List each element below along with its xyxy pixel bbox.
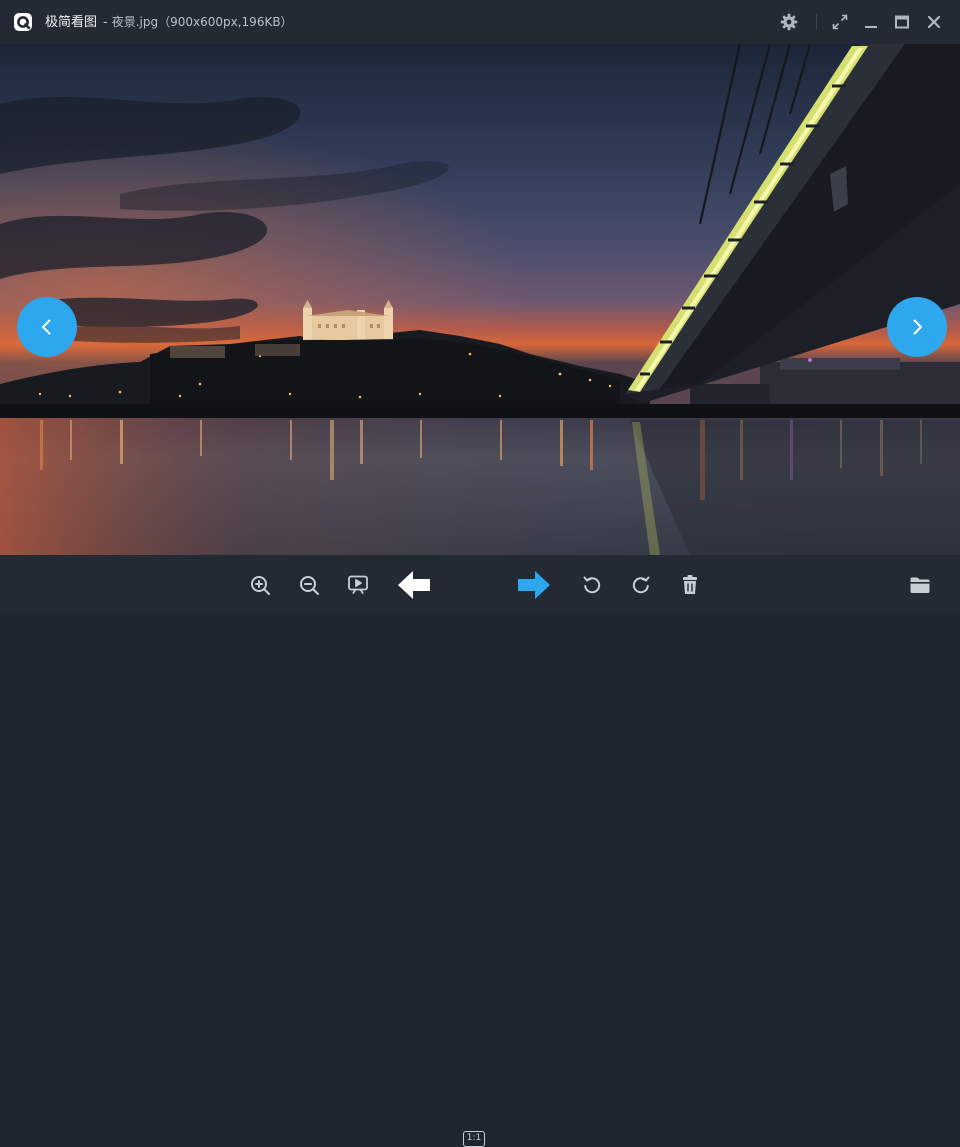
app-name: 极简看图 — [45, 15, 98, 30]
settings-gear-icon[interactable] — [779, 12, 799, 32]
open-folder-icon[interactable] — [907, 572, 933, 598]
previous-image-button[interactable] — [17, 297, 77, 357]
night-bridge-photo — [0, 44, 960, 555]
title-separator: - — [103, 15, 108, 30]
chevron-left-icon — [42, 319, 51, 335]
next-image-arrow-icon[interactable] — [516, 569, 552, 601]
prev-image-arrow-icon[interactable] — [396, 569, 432, 601]
rotate-left-icon[interactable] — [579, 572, 605, 598]
app-logo-icon — [13, 12, 33, 32]
file-info: 夜景.jpg（900x600px,196KB） — [111, 15, 293, 29]
chevron-right-icon — [913, 319, 922, 335]
fullscreen-icon[interactable] — [830, 12, 850, 32]
maximize-icon[interactable] — [892, 12, 912, 32]
bottom-toolbar: 1:1 — [0, 555, 960, 1147]
title-bar: 极简看图 - 夜景.jpg（900x600px,196KB） — [0, 0, 960, 44]
actual-size-icon[interactable]: 1:1 — [463, 1131, 485, 1147]
rotate-right-icon[interactable] — [628, 572, 654, 598]
zoom-in-icon[interactable] — [247, 572, 273, 598]
minimize-icon[interactable] — [861, 12, 881, 32]
image-canvas[interactable] — [0, 44, 960, 555]
next-image-button[interactable] — [887, 297, 947, 357]
slideshow-icon[interactable] — [345, 572, 371, 598]
window-title: 极简看图 - 夜景.jpg（900x600px,196KB） — [45, 12, 293, 33]
close-icon[interactable] — [924, 12, 944, 32]
zoom-out-icon[interactable] — [296, 572, 322, 598]
titlebar-divider — [816, 14, 817, 30]
delete-icon[interactable] — [677, 572, 703, 598]
image-viewer-window: 极简看图 - 夜景.jpg（900x600px,196KB） 1:1 — [0, 0, 960, 1147]
